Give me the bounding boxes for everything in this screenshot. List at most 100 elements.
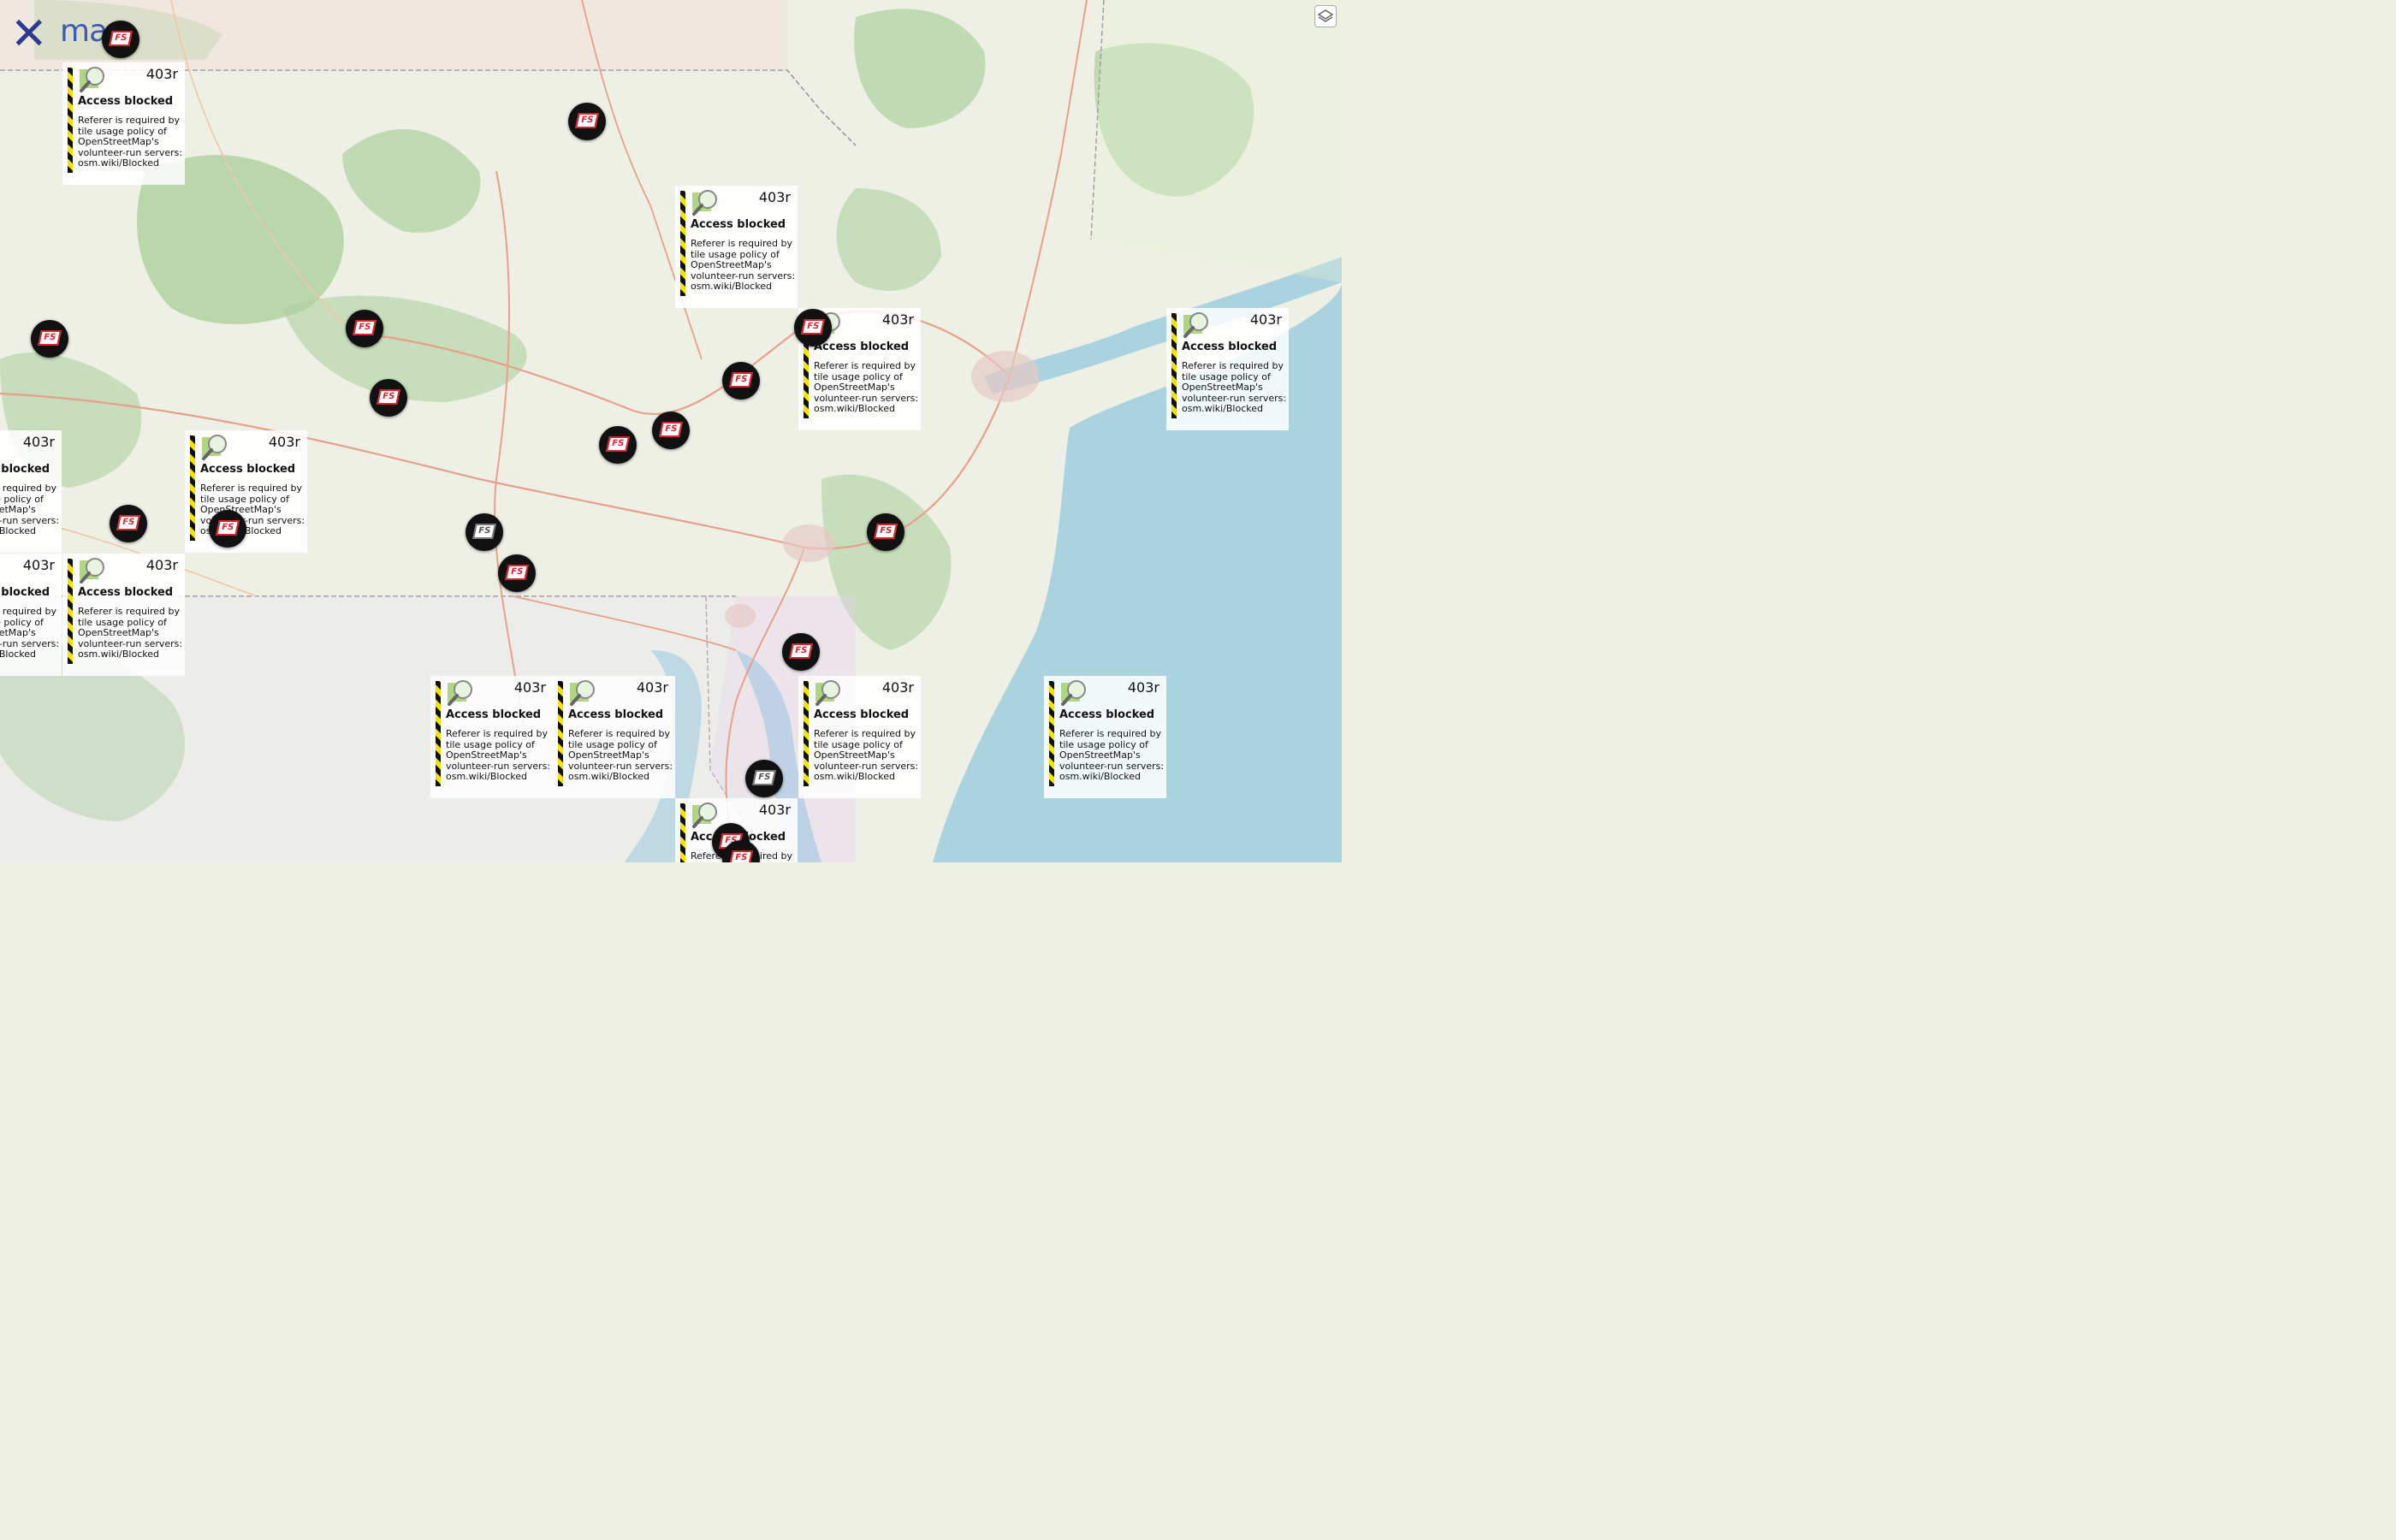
error-code: 403r [513, 679, 546, 696]
fs-flag-marker-icon: FS [801, 319, 825, 335]
magnifier-icon [448, 680, 472, 706]
error-code: 403r [758, 802, 791, 818]
fs-flag-marker-icon: FS [116, 515, 140, 530]
error-message: Referer is required by tile usage policy… [814, 360, 919, 415]
error-code: 403r [1249, 311, 1282, 328]
blocked-tile: 403rAccess blockedReferer is required by… [1166, 308, 1289, 430]
fs-marker[interactable]: FS [599, 426, 637, 464]
fs-marker[interactable]: FS [370, 379, 407, 417]
error-code: 403r [145, 66, 178, 82]
fs-marker[interactable]: FS [722, 362, 760, 400]
blocked-tile: 403rAccess blockedReferer is required by… [185, 430, 307, 553]
error-message: Referer is required by tile usage policy… [78, 115, 183, 169]
warning-stripe [190, 435, 195, 541]
error-code: 403r [636, 679, 668, 696]
fs-flag-marker-icon: FS [38, 330, 62, 346]
warning-stripe [68, 559, 73, 664]
error-message: Referer is required by tile usage policy… [568, 728, 673, 783]
fs-marker[interactable]: FS [466, 513, 503, 551]
magnifier-icon [692, 190, 717, 216]
error-message: Referer is required by tile usage policy… [1059, 728, 1165, 783]
warning-stripe [1171, 313, 1177, 418]
error-message: Referer is required by tile usage policy… [691, 238, 796, 293]
blocked-tile: 403r Access blocked Referer is required by… [1044, 676, 1166, 798]
error-code: 403r [268, 434, 300, 450]
magnifier-icon [570, 680, 595, 706]
error-title: Access blocked [691, 218, 786, 231]
fs-flag-marker-icon: FS [109, 31, 133, 46]
fs-flag-marker-icon: FS [874, 524, 898, 539]
error-title: Access blocked [200, 463, 296, 476]
blocked-tile: 403rAccess blockedReferer is required by… [62, 62, 185, 185]
error-message: Referer is required by tile usage policy… [78, 606, 183, 660]
fs-flag-marker-icon: FS [505, 565, 529, 580]
warning-stripe [804, 681, 809, 786]
layers-control-button[interactable] [1314, 5, 1337, 27]
fs-flag-marker-icon: FS [575, 113, 599, 128]
fs-marker[interactable]: FS [652, 412, 690, 449]
warning-stripe [680, 191, 685, 296]
error-title: Access blocked [0, 463, 50, 476]
fs-marker[interactable]: FS [110, 505, 147, 542]
fs-flag-marker-icon: FS [606, 436, 630, 452]
fs-marker[interactable]: FS [568, 103, 606, 140]
fs-flag-marker-icon: FS [789, 643, 813, 659]
error-code: 403r [881, 679, 914, 696]
warning-stripe [558, 681, 563, 786]
fs-marker[interactable]: FS [782, 633, 820, 671]
fs-marker[interactable]: FS [794, 309, 832, 346]
magnifier-icon [202, 435, 227, 460]
warning-stripe [68, 68, 73, 173]
error-code: 403r [881, 311, 914, 328]
layers-icon [1317, 9, 1334, 22]
fs-flag-marker-icon: FS [752, 770, 776, 785]
blocked-tile: 403r Access blocked Referer is required by… [430, 676, 553, 798]
fs-flag-marker-icon: FS [729, 850, 753, 862]
warning-stripe [680, 803, 685, 862]
error-title: Access blocked [1182, 341, 1278, 353]
blocked-tile: 403r Access blocked Referer is required by… [675, 186, 798, 308]
error-message: Referer is required by tile usage policy… [0, 606, 60, 660]
error-title: Access blocked [78, 586, 174, 599]
blocked-tile: 403r Access blocked Referer is required by… [0, 430, 62, 553]
error-title: Access blocked [446, 708, 542, 721]
map-canvas[interactable]: ✕ map 403r Access blocked Referer is requi… [0, 0, 1342, 862]
error-title: Access blocked [1059, 708, 1155, 721]
error-title: Access blocked [0, 586, 50, 599]
logo-x-icon: ✕ [10, 9, 48, 60]
fs-marker[interactable]: FS [867, 513, 904, 551]
error-message: Referer is required by tile usage policy… [0, 483, 60, 537]
fs-marker[interactable]: FS [346, 310, 383, 347]
fs-flag-marker-icon: FS [353, 320, 377, 335]
blocked-tile: 403r Access blocked Referer is required by… [62, 554, 185, 676]
fs-flag-marker-icon: FS [729, 372, 753, 388]
fs-flag-marker-icon: FS [659, 422, 683, 437]
fs-marker[interactable]: FS [209, 510, 246, 548]
warning-stripe [436, 681, 441, 786]
error-message: Referer is required by tile usage policy… [814, 728, 919, 783]
magnifier-icon [815, 680, 840, 706]
blocked-tile: 403r Access blocked Referer is required by… [0, 554, 62, 676]
error-title: Access blocked [814, 341, 910, 353]
error-title: Access blocked [568, 708, 664, 721]
error-title: Access blocked [814, 708, 910, 721]
blocked-tile: 403r Access blocked Referer is required by… [798, 676, 921, 798]
blocked-tile: 403r Access blocked Referer is required by… [553, 676, 675, 798]
error-code: 403r [758, 189, 791, 205]
fs-flag-marker-icon: FS [377, 389, 400, 405]
error-message: Referer is required by tile usage policy… [446, 728, 551, 783]
fs-marker[interactable]: FS [102, 21, 139, 58]
magnifier-icon [1061, 680, 1086, 706]
fs-flag-marker-icon: FS [472, 524, 496, 539]
fs-marker[interactable]: FS [745, 760, 783, 797]
warning-stripe [1049, 681, 1054, 786]
fs-marker[interactable]: FS [31, 320, 68, 358]
error-code: 403r [145, 557, 178, 573]
fs-marker[interactable]: FS [498, 554, 536, 592]
magnifier-icon [1183, 312, 1208, 338]
error-code: 403r [1127, 679, 1159, 696]
error-code: 403r [22, 434, 55, 450]
magnifier-icon [80, 558, 104, 583]
error-code: 403r [22, 557, 55, 573]
magnifier-icon [80, 67, 104, 92]
